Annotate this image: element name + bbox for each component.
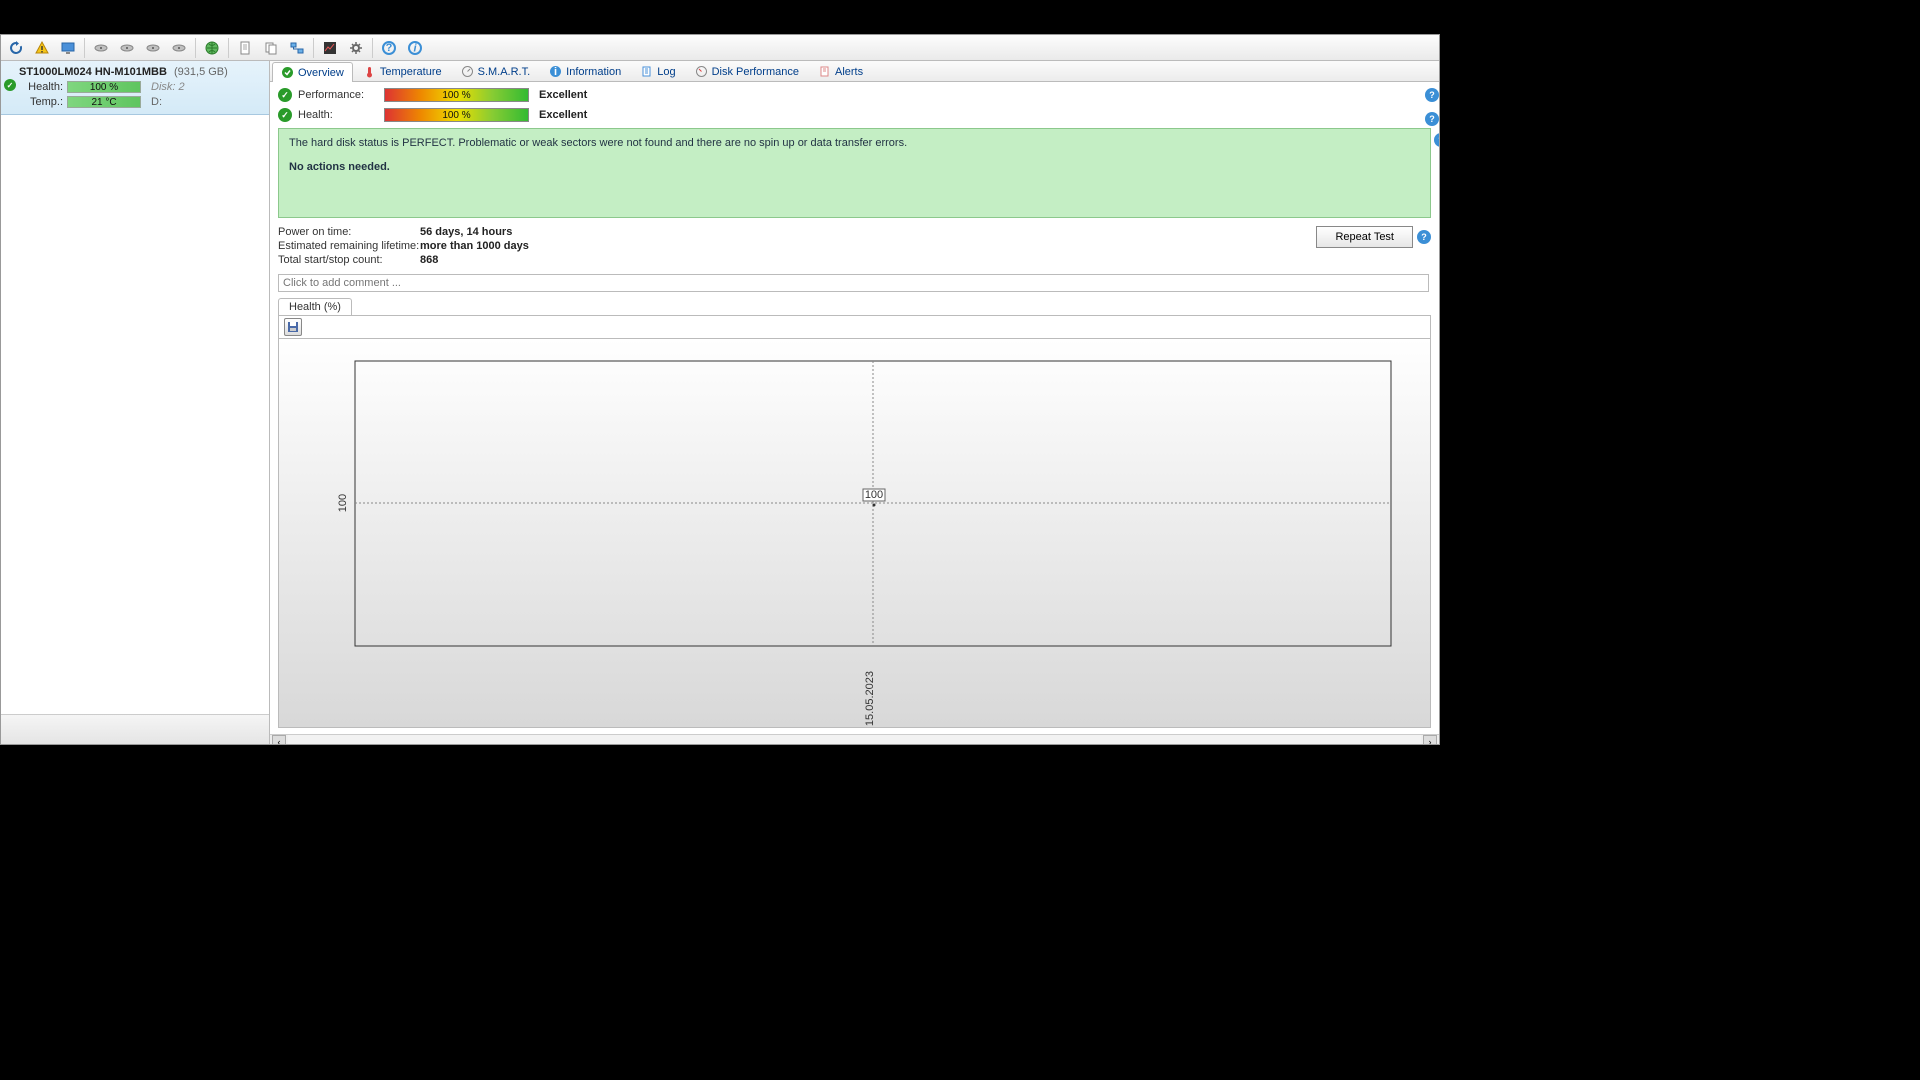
disk-icon-4[interactable] xyxy=(167,37,191,59)
scroll-track[interactable] xyxy=(288,735,1421,744)
health-label: Health: xyxy=(19,81,63,93)
svg-text:?: ? xyxy=(386,42,393,54)
performance-gauge: 100 % xyxy=(384,88,529,102)
lifetime-value: more than 1000 days xyxy=(420,240,529,252)
help-button[interactable]: ? xyxy=(1417,230,1431,244)
health-gauge: 100 % xyxy=(384,108,529,122)
log-icon xyxy=(640,65,653,78)
svg-text:15.05.2023: 15.05.2023 xyxy=(864,671,876,726)
network-icon[interactable] xyxy=(285,37,309,59)
gear-icon[interactable] xyxy=(344,37,368,59)
power-on-label: Power on time: xyxy=(278,226,420,238)
drive-letter: D: xyxy=(151,96,162,108)
status-ok-icon xyxy=(4,79,16,91)
startstop-label: Total start/stop count: xyxy=(278,254,420,266)
smart-icon xyxy=(461,65,474,78)
health-chart: 100 15.05.2023 100 xyxy=(279,339,1427,729)
scroll-right-button[interactable]: › xyxy=(1423,735,1437,744)
svg-text:100: 100 xyxy=(337,494,349,512)
stats-grid: Power on time: 56 days, 14 hours Estimat… xyxy=(278,226,1316,268)
disk-model: ST1000LM024 HN-M101MBB xyxy=(19,66,167,78)
comment-input[interactable] xyxy=(278,274,1429,292)
check-icon xyxy=(278,108,292,122)
disk-icon-1[interactable] xyxy=(89,37,113,59)
alerts-icon xyxy=(818,65,831,78)
disk-icon-2[interactable] xyxy=(115,37,139,59)
tab-overview[interactable]: Overview xyxy=(272,62,353,82)
disk-icon-3[interactable] xyxy=(141,37,165,59)
tab-bar: Overview Temperature S.M.A.R.T. i Inform… xyxy=(270,61,1439,82)
chart-tab-health[interactable]: Health (%) xyxy=(278,298,352,315)
metric-performance: Performance: 100 % Excellent ? xyxy=(278,88,1431,102)
health-label: Health: xyxy=(298,109,384,121)
chart-area: 100 15.05.2023 100 xyxy=(278,338,1431,728)
thermometer-icon xyxy=(363,65,376,78)
app-window: ? i ST1000LM024 HN-M101MBB (931,5 GB) He… xyxy=(0,34,1440,745)
metric-health: Health: 100 % Excellent ? xyxy=(278,108,1431,122)
svg-text:100: 100 xyxy=(865,489,883,501)
health-bar: 100 % xyxy=(67,81,141,93)
health-result: Excellent xyxy=(539,109,587,121)
tab-temperature[interactable]: Temperature xyxy=(354,61,451,81)
scroll-left-button[interactable]: ‹ xyxy=(272,735,286,744)
overview-body: Performance: 100 % Excellent ? Health: 1… xyxy=(270,82,1439,734)
temp-bar: 21 °C xyxy=(67,96,141,108)
help-button[interactable]: ? xyxy=(1425,112,1439,126)
chart-icon[interactable] xyxy=(318,37,342,59)
performance-result: Excellent xyxy=(539,89,587,101)
check-icon xyxy=(278,88,292,102)
status-box: The hard disk status is PERFECT. Problem… xyxy=(278,128,1431,218)
tab-information[interactable]: i Information xyxy=(540,61,630,81)
startstop-value: 868 xyxy=(420,254,438,266)
lifetime-label: Estimated remaining lifetime: xyxy=(278,240,420,252)
tab-alerts[interactable]: Alerts xyxy=(809,61,872,81)
refresh-icon[interactable] xyxy=(4,37,28,59)
help-button[interactable]: ? xyxy=(1425,88,1439,102)
chart-toolbar xyxy=(278,315,1431,338)
status-text: The hard disk status is PERFECT. Problem… xyxy=(289,137,907,149)
sidebar-footer xyxy=(1,714,269,744)
save-chart-icon[interactable] xyxy=(284,318,302,336)
tab-smart[interactable]: S.M.A.R.T. xyxy=(452,61,540,81)
disk-size: (931,5 GB) xyxy=(174,66,228,78)
svg-text:i: i xyxy=(554,66,557,78)
warning-icon[interactable] xyxy=(30,37,54,59)
monitor-icon[interactable] xyxy=(56,37,80,59)
gauge-icon xyxy=(695,65,708,78)
info-tab-icon: i xyxy=(549,65,562,78)
sidebar-spacer xyxy=(1,115,269,714)
tab-disk-performance[interactable]: Disk Performance xyxy=(686,61,808,81)
copy-icon[interactable] xyxy=(259,37,283,59)
sidebar: ST1000LM024 HN-M101MBB (931,5 GB) Health… xyxy=(1,61,270,744)
check-icon xyxy=(281,66,294,79)
document-icon[interactable] xyxy=(233,37,257,59)
tab-log[interactable]: Log xyxy=(631,61,684,81)
globe-icon[interactable] xyxy=(200,37,224,59)
repeat-test-button[interactable]: Repeat Test xyxy=(1316,226,1413,248)
power-on-value: 56 days, 14 hours xyxy=(420,226,512,238)
content-pane: Overview Temperature S.M.A.R.T. i Inform… xyxy=(270,61,1439,744)
help-button[interactable]: ? xyxy=(1434,133,1439,147)
temp-label: Temp.: xyxy=(19,96,63,108)
horizontal-scrollbar[interactable]: ‹ › xyxy=(270,734,1439,744)
help-icon[interactable]: ? xyxy=(377,37,401,59)
disk-entry[interactable]: ST1000LM024 HN-M101MBB (931,5 GB) Health… xyxy=(1,61,269,115)
performance-label: Performance: xyxy=(298,89,384,101)
main-toolbar: ? i xyxy=(1,35,1439,61)
disk-number: Disk: 2 xyxy=(151,81,185,93)
info-icon[interactable]: i xyxy=(403,37,427,59)
status-action: No actions needed. xyxy=(289,161,1420,173)
